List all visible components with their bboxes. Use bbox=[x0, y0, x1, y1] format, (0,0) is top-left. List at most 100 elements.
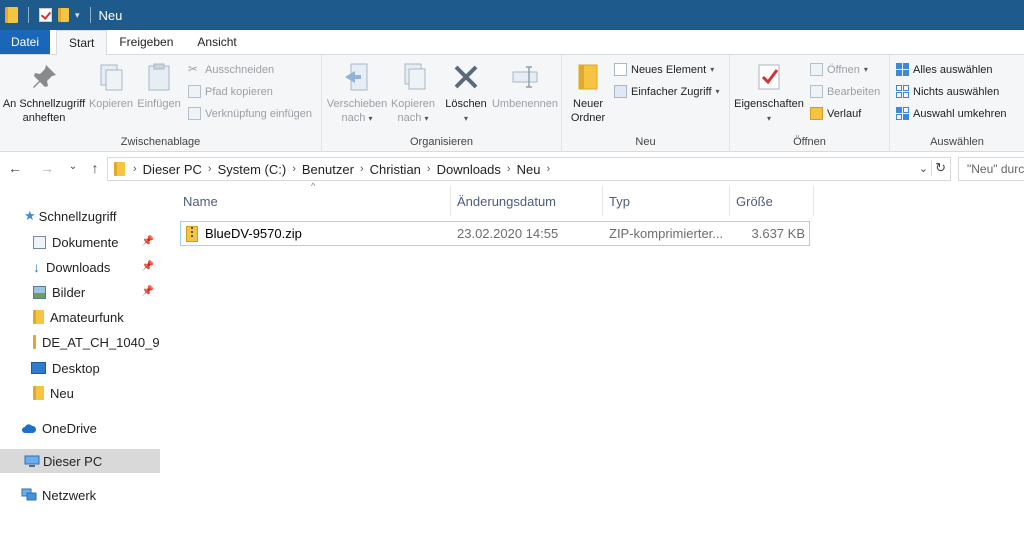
new-item-button[interactable]: Neues Element ▾ bbox=[614, 63, 714, 76]
column-header-size[interactable]: Größe bbox=[730, 186, 814, 216]
nav-onedrive[interactable]: OneDrive bbox=[0, 416, 160, 440]
chevron-down-icon: ▾ bbox=[710, 65, 715, 74]
chevron-down-icon: ▾ bbox=[766, 114, 771, 123]
path-icon bbox=[188, 85, 201, 98]
desktop-icon bbox=[31, 362, 46, 374]
breadcrumb-dieser-pc[interactable]: Dieser PC bbox=[137, 162, 208, 177]
properties-button[interactable]: Eigenschaften ▾ bbox=[732, 61, 806, 126]
recent-locations-chevron-icon[interactable]: ⌄ bbox=[62, 161, 84, 172]
edit-label: Bearbeiten bbox=[827, 85, 881, 98]
move-to-label-1: Verschieben bbox=[326, 98, 388, 110]
cloud-icon bbox=[22, 423, 37, 433]
copy-path-button[interactable]: Pfad kopieren bbox=[188, 85, 273, 98]
address-dropdown-icon[interactable]: ⌄ bbox=[919, 162, 928, 175]
divider bbox=[28, 7, 29, 23]
file-row[interactable]: BlueDV-9570.zip 23.02.2020 14:55 ZIP-kom… bbox=[180, 221, 810, 246]
nav-item-bilder[interactable]: Bilder 📌 bbox=[0, 280, 160, 304]
easy-access-button[interactable]: Einfacher Zugriff ▾ bbox=[614, 85, 720, 98]
file-size: 3.637 KB bbox=[751, 226, 806, 241]
file-list: ^ Name Änderungsdatum Typ Größe BlueDV-9… bbox=[163, 181, 1024, 546]
scissors-icon: ✂ bbox=[188, 62, 199, 76]
cut-button[interactable]: ✂ Ausschneiden bbox=[188, 63, 274, 76]
paste-button[interactable]: Einfügen bbox=[136, 61, 182, 111]
move-to-button[interactable]: Verschieben nach ▾ bbox=[326, 61, 388, 126]
chevron-down-icon: ▾ bbox=[463, 114, 468, 123]
documents-icon bbox=[33, 235, 46, 249]
navigation-pane: ★ Schnellzugriff Dokumente 📌 ↓ Downloads… bbox=[0, 196, 162, 546]
rename-button[interactable]: Umbenennen bbox=[490, 61, 560, 111]
folder-icon bbox=[33, 335, 36, 349]
breadcrumb-neu[interactable]: Neu bbox=[511, 162, 547, 177]
address-bar[interactable]: › Dieser PC › System (C:) › Benutzer › C… bbox=[107, 157, 951, 181]
edit-icon bbox=[810, 85, 823, 98]
window-title: Neu bbox=[98, 7, 123, 23]
tab-freigeben[interactable]: Freigeben bbox=[107, 30, 185, 54]
invert-selection-button[interactable]: Auswahl umkehren bbox=[896, 107, 1007, 120]
nav-item-dokumente[interactable]: Dokumente 📌 bbox=[0, 230, 160, 254]
nav-dieser-pc[interactable]: Dieser PC bbox=[0, 449, 160, 473]
forward-arrow-icon[interactable]: → bbox=[36, 160, 58, 176]
customize-toolbar-icon[interactable]: ▾ bbox=[75, 10, 80, 21]
copy-to-button[interactable]: Kopieren nach ▾ bbox=[388, 61, 438, 126]
breadcrumb-benutzer[interactable]: Benutzer bbox=[296, 162, 360, 177]
open-button[interactable]: Öffnen ▾ bbox=[810, 63, 868, 76]
nav-item-de-at-ch[interactable]: DE_AT_CH_1040_980 bbox=[0, 330, 160, 354]
column-header-name[interactable]: Name bbox=[177, 186, 451, 216]
copy-to-icon bbox=[404, 63, 426, 90]
nav-item-label: Bilder bbox=[52, 284, 86, 300]
history-button[interactable]: Verlauf bbox=[810, 107, 861, 120]
zip-archive-icon bbox=[186, 225, 198, 242]
edit-button[interactable]: Bearbeiten bbox=[810, 85, 880, 98]
copy-button[interactable]: Kopieren bbox=[88, 61, 134, 111]
group-label-neu: Neu bbox=[635, 136, 656, 148]
delete-button[interactable]: Löschen ▾ bbox=[440, 61, 492, 126]
new-folder-label-2: Ordner bbox=[570, 112, 606, 124]
new-folder-icon[interactable] bbox=[58, 8, 69, 22]
clipboard-icon bbox=[148, 63, 170, 91]
group-label-oeffnen: Öffnen bbox=[793, 136, 826, 148]
new-folder-button[interactable]: Neuer Ordner bbox=[564, 61, 612, 125]
column-header-type[interactable]: Typ bbox=[603, 186, 730, 216]
nav-item-amateurfunk[interactable]: Amateurfunk bbox=[0, 305, 160, 329]
refresh-icon[interactable]: ↻ bbox=[931, 160, 946, 176]
select-all-button[interactable]: Alles auswählen bbox=[896, 63, 993, 76]
nav-item-downloads[interactable]: ↓ Downloads 📌 bbox=[0, 255, 160, 279]
pin-quick-access-button[interactable]: An Schnellzugriff anheften bbox=[2, 61, 86, 125]
chevron-right-icon[interactable]: › bbox=[546, 163, 550, 175]
group-neu: Neuer Ordner Neues Element ▾ Einfacher Z… bbox=[562, 55, 730, 152]
tab-start[interactable]: Start bbox=[56, 30, 108, 55]
breadcrumb-downloads[interactable]: Downloads bbox=[431, 162, 507, 177]
downloads-icon: ↓ bbox=[33, 259, 40, 275]
nav-netzwerk[interactable]: Netzwerk bbox=[0, 483, 160, 507]
column-header-date[interactable]: Änderungsdatum bbox=[451, 186, 603, 216]
invert-selection-icon bbox=[896, 107, 909, 120]
tab-ansicht[interactable]: Ansicht bbox=[185, 30, 248, 54]
up-arrow-icon[interactable]: ↑ bbox=[84, 160, 106, 176]
chevron-down-icon: ▾ bbox=[424, 114, 429, 123]
nav-item-neu[interactable]: Neu bbox=[0, 381, 160, 405]
properties-icon[interactable] bbox=[39, 8, 52, 22]
nav-item-desktop[interactable]: Desktop bbox=[0, 356, 160, 380]
file-name: BlueDV-9570.zip bbox=[205, 226, 302, 241]
pin-label-2: anheften bbox=[22, 112, 66, 124]
back-arrow-icon[interactable]: ← bbox=[4, 160, 26, 176]
breadcrumb-system-c[interactable]: System (C:) bbox=[212, 162, 293, 177]
pin-icon bbox=[33, 65, 56, 88]
nav-quick-access[interactable]: ★ Schnellzugriff bbox=[0, 204, 160, 228]
search-input[interactable]: "Neu" durchsuchen bbox=[958, 157, 1024, 181]
select-none-button[interactable]: Nichts auswählen bbox=[896, 85, 999, 98]
history-label: Verlauf bbox=[827, 107, 862, 120]
pin-icon[interactable]: 📌 bbox=[142, 261, 154, 272]
pin-icon[interactable]: 📌 bbox=[142, 236, 154, 247]
pin-icon[interactable]: 📌 bbox=[142, 286, 154, 297]
breadcrumb-christian[interactable]: Christian bbox=[364, 162, 427, 177]
rename-label: Umbenennen bbox=[491, 98, 559, 110]
copy-icon bbox=[100, 64, 123, 91]
title-bar: ▾ Neu bbox=[0, 0, 1024, 30]
select-all-icon bbox=[896, 63, 909, 76]
nav-item-label: Dokumente bbox=[52, 234, 119, 250]
tab-datei[interactable]: Datei bbox=[0, 30, 50, 54]
cut-label: Ausschneiden bbox=[205, 63, 275, 76]
paste-shortcut-button[interactable]: Verknüpfung einfügen bbox=[188, 107, 312, 120]
chevron-down-icon: ▾ bbox=[863, 65, 868, 74]
